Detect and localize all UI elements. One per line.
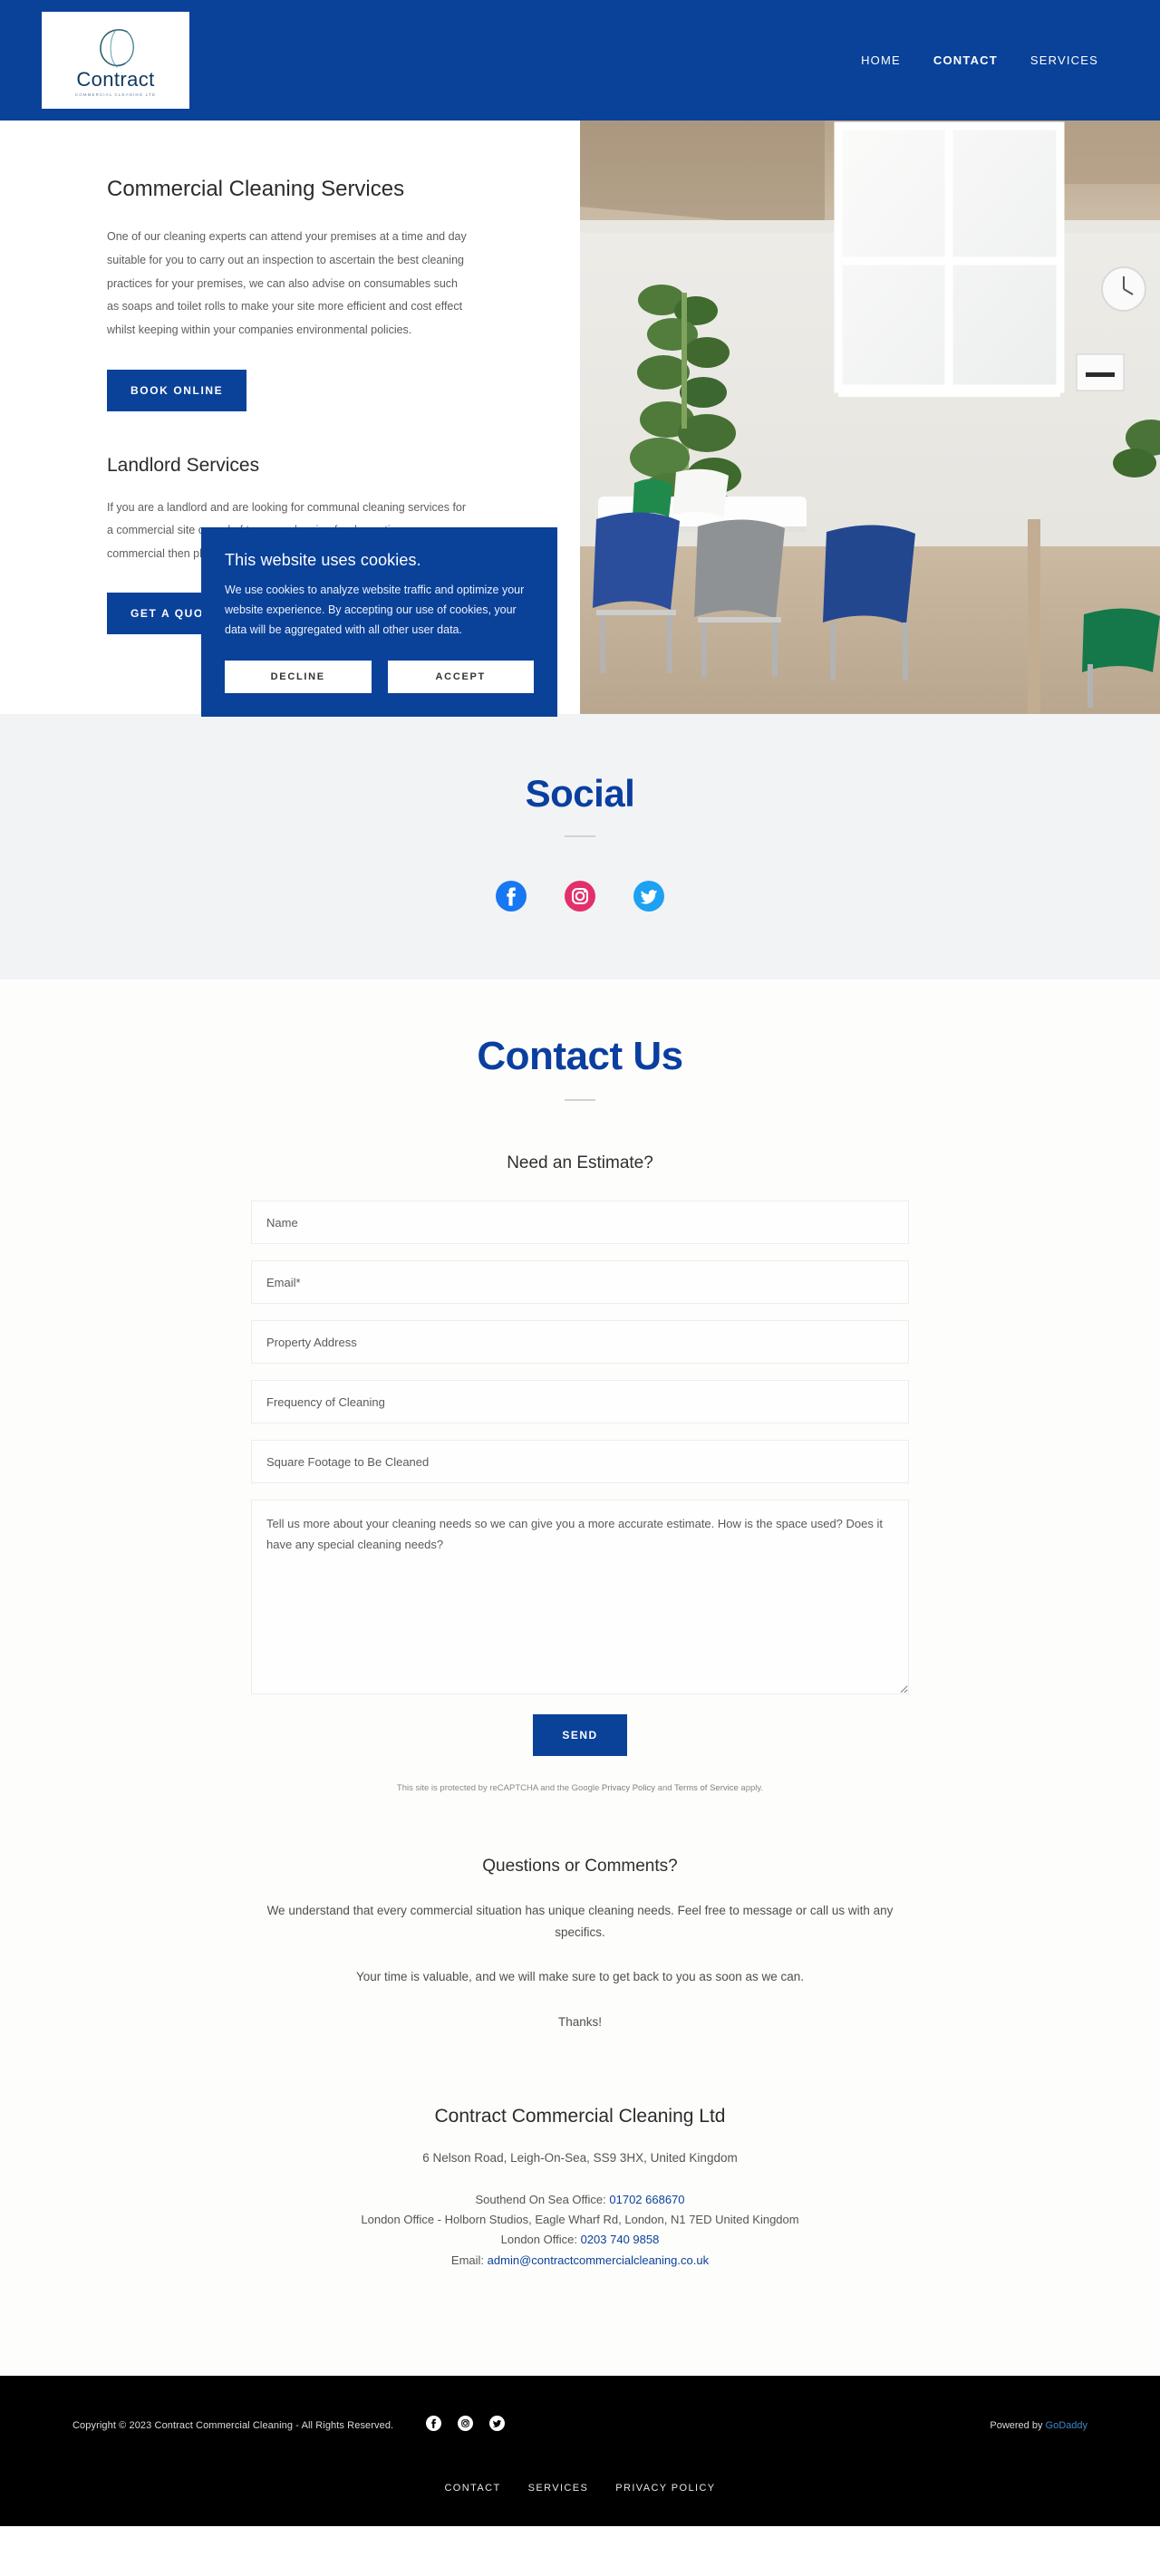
footer-instagram-link[interactable] [458, 2415, 474, 2436]
footer-facebook-link[interactable] [426, 2415, 442, 2436]
script-c-logo-icon [99, 28, 134, 67]
site-logo[interactable]: Contract Commercial Cleaning Ltd [42, 12, 189, 109]
social-divider [565, 835, 595, 837]
questions-heading: Questions or Comments? [482, 1857, 678, 1876]
recaptcha-notice: This site is protected by reCAPTCHA and … [0, 1783, 1160, 1793]
powered-by: Powered by GoDaddy [990, 2420, 1088, 2431]
email-label: Email: [450, 2253, 488, 2267]
powered-by-label: Powered by [990, 2419, 1046, 2431]
instagram-icon [458, 2415, 474, 2431]
social-icon-row [0, 881, 1160, 916]
social-section: Social [0, 714, 1160, 979]
hero-paragraph-commercial: One of our cleaning experts can attend y… [107, 230, 467, 336]
main-nav: HOME CONTACT SERVICES [861, 53, 1098, 67]
southend-office-label: Southend On Sea Office: [475, 2192, 610, 2206]
name-input[interactable] [251, 1201, 909, 1244]
twitter-icon [489, 2415, 506, 2431]
office-photo-illustration [580, 121, 1160, 714]
london-office-label: London Office: [500, 2233, 581, 2247]
southend-office-line: Southend On Sea Office: 01702 668670 [0, 2190, 1160, 2210]
site-footer: Copyright © 2023 Contract Commercial Cle… [0, 2375, 1160, 2526]
estimate-form: SEND [251, 1201, 909, 1756]
footer-nav-contact[interactable]: CONTACT [444, 2483, 500, 2494]
instagram-icon [565, 881, 595, 912]
cookie-buttons: DECLINE ACCEPT [225, 660, 534, 693]
social-heading: Social [525, 772, 635, 815]
property-address-input[interactable] [251, 1320, 909, 1364]
contact-bottom-spacer [0, 2271, 1160, 2321]
footer-top-row: Copyright © 2023 Contract Commercial Cle… [0, 2407, 1160, 2445]
hero-heading-landlord: Landlord Services [107, 454, 260, 476]
email-input[interactable] [251, 1260, 909, 1304]
copyright-text: Copyright © 2023 Contract Commercial Cle… [72, 2419, 394, 2431]
cookie-body: We use cookies to analyze website traffi… [225, 584, 525, 636]
recaptcha-mid: and [655, 1783, 675, 1793]
email-link[interactable]: admin@contractcommercialcleaning.co.uk [488, 2253, 709, 2267]
office-details: Southend On Sea Office: 01702 668670 Lon… [0, 2190, 1160, 2271]
southend-phone-link[interactable]: 01702 668670 [609, 2193, 684, 2206]
nav-item-contact[interactable]: CONTACT [933, 53, 998, 67]
london-office-address: London Office - Holborn Studios, Eagle W… [361, 2212, 799, 2226]
logo-tagline: Commercial Cleaning Ltd [74, 92, 157, 97]
contact-heading: Contact Us [477, 1034, 683, 1078]
terms-of-service-link[interactable]: Terms of Service [674, 1783, 739, 1793]
frequency-of-cleaning-input[interactable] [251, 1380, 909, 1423]
hero-image [580, 121, 1160, 714]
send-button-wrap: SEND [251, 1714, 909, 1756]
london-office-line: London Office: 0203 740 9858 [0, 2230, 1160, 2250]
questions-paragraph-1: We understand that every commercial situ… [266, 1904, 894, 1939]
questions-thanks: Thanks! [557, 2014, 603, 2029]
facebook-icon [426, 2415, 442, 2431]
london-phone-link[interactable]: 0203 740 9858 [581, 2233, 660, 2246]
recaptcha-post: apply. [738, 1783, 764, 1793]
cookie-consent-banner: This website uses cookies. We use cookie… [201, 527, 557, 717]
nav-item-services[interactable]: SERVICES [1030, 53, 1098, 67]
company-name: Contract Commercial Cleaning Ltd [434, 2105, 726, 2127]
cookie-title: This website uses cookies. [225, 551, 421, 569]
logo-wordmark: Contract [76, 67, 155, 91]
footer-nav-services[interactable]: SERVICES [528, 2483, 589, 2494]
privacy-policy-link[interactable]: Privacy Policy [602, 1783, 655, 1793]
twitter-link[interactable] [633, 881, 664, 916]
company-address: 6 Nelson Road, Leigh-On-Sea, SS9 3HX, Un… [422, 2150, 738, 2165]
book-online-button[interactable]: BOOK ONLINE [107, 369, 247, 411]
send-button[interactable]: SEND [533, 1714, 627, 1756]
footer-social-row [426, 2415, 506, 2436]
hero-section: Commercial Cleaning Services One of our … [0, 121, 1160, 717]
recaptcha-pre: This site is protected by reCAPTCHA and … [396, 1783, 602, 1793]
contact-divider [565, 1099, 595, 1101]
footer-twitter-link[interactable] [489, 2415, 506, 2436]
footer-nav: CONTACT SERVICES PRIVACY POLICY [0, 2445, 1160, 2526]
email-line: Email: admin@contractcommercialcleaning.… [0, 2251, 1160, 2271]
facebook-link[interactable] [496, 881, 527, 916]
questions-paragraph-2: Your time is valuable, and we will make … [355, 1970, 804, 1984]
nav-item-home[interactable]: HOME [861, 53, 901, 67]
twitter-icon [633, 881, 664, 912]
hero-heading-commercial: Commercial Cleaning Services [107, 177, 405, 201]
instagram-link[interactable] [565, 881, 595, 916]
site-header: Contract Commercial Cleaning Ltd HOME CO… [0, 0, 1160, 121]
facebook-icon [496, 881, 527, 912]
square-footage-input[interactable] [251, 1440, 909, 1483]
message-textarea[interactable] [251, 1500, 909, 1694]
cookie-decline-button[interactable]: DECLINE [225, 660, 372, 693]
contact-subheading: Need an Estimate? [507, 1153, 653, 1172]
contact-section: Contact Us Need an Estimate? SEND This s… [0, 979, 1160, 2376]
godaddy-link[interactable]: GoDaddy [1046, 2420, 1088, 2431]
footer-nav-privacy-policy[interactable]: PRIVACY POLICY [615, 2483, 715, 2494]
cookie-accept-button[interactable]: ACCEPT [387, 660, 534, 693]
